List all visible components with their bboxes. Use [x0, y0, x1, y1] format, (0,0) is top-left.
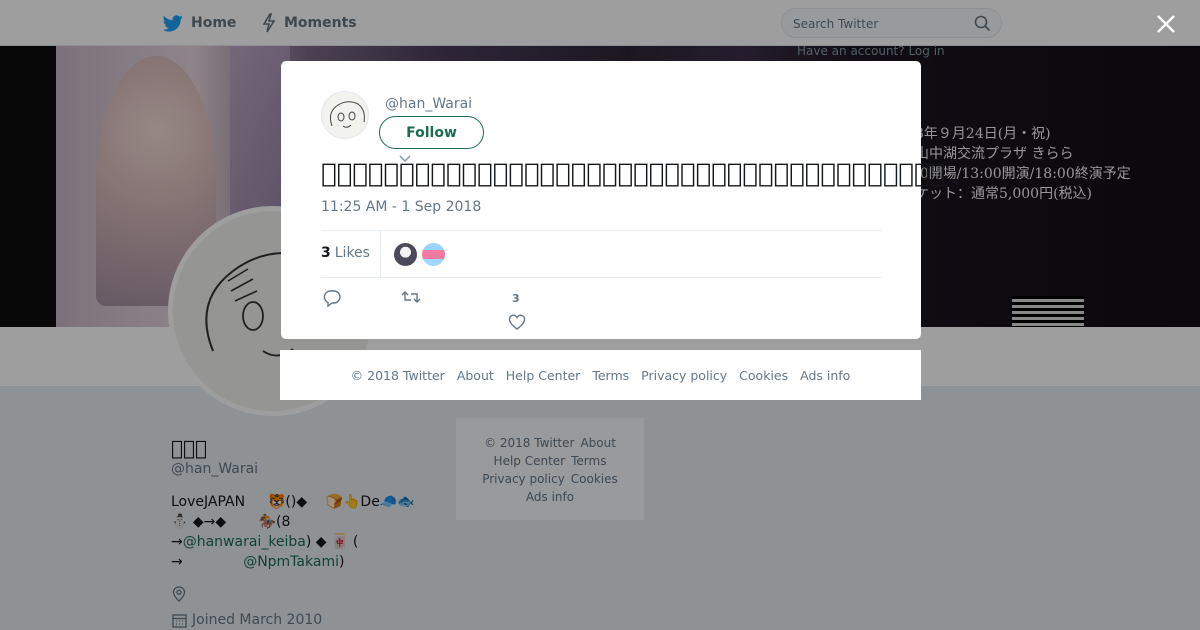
tweet-author-avatar[interactable] — [321, 91, 369, 139]
tweet-stats: 3 Likes — [321, 230, 881, 278]
retweet-icon[interactable] — [401, 289, 421, 305]
footer-copyright: © 2018 Twitter — [350, 367, 445, 383]
footer-link-ads-info[interactable]: Ads info — [800, 368, 850, 383]
liker-avatar[interactable] — [421, 242, 446, 267]
likes-label: Likes — [334, 245, 370, 261]
footer-link-privacy[interactable]: Privacy policy — [641, 368, 727, 383]
reply-icon[interactable] — [323, 289, 341, 307]
footer-link-terms[interactable]: Terms — [592, 368, 629, 383]
footer-link-about[interactable]: About — [457, 368, 494, 383]
stats-divider — [380, 231, 381, 277]
modal-footer: © 2018 Twitter About Help Center Terms P… — [280, 350, 921, 400]
footer-link-help-center[interactable]: Help Center — [506, 368, 581, 383]
footer-link-cookies[interactable]: Cookies — [739, 368, 788, 383]
avatar-drawing — [330, 101, 365, 128]
liker-avatar[interactable] — [393, 242, 418, 267]
tweet-timestamp[interactable]: 11:25 AM - 1 Sep 2018 — [321, 199, 481, 215]
heart-icon[interactable] — [508, 314, 526, 330]
like-action-count: 3 — [512, 292, 520, 305]
likes-number: 3 — [321, 245, 331, 261]
tweet-author-handle[interactable]: @han_Warai — [385, 96, 472, 112]
follow-button[interactable]: Follow — [379, 116, 484, 149]
close-icon[interactable] — [1154, 12, 1178, 36]
tweet-text: 􀀀􀀀􀀀􀀀􀀀􀀀􀀀􀀀􀀀􀀀􀀀􀀀􀀀􀀀􀀀􀀀􀀀􀀀􀀀􀀀􀀀􀀀􀀀􀀀􀀀􀀀􀀀􀀀􀀀􀀀􀀀􀀀􀀀􀀀􀀀􀀀􀀀􀀀􀀀􀀀 — [321, 159, 946, 189]
tweet-modal: @han_Warai Follow 􀀀􀀀􀀀􀀀􀀀􀀀􀀀􀀀􀀀􀀀􀀀􀀀􀀀􀀀􀀀􀀀􀀀􀀀􀀀􀀀􀀀􀀀… — [281, 61, 945, 339]
likes-stat[interactable]: 3 Likes — [321, 245, 370, 261]
